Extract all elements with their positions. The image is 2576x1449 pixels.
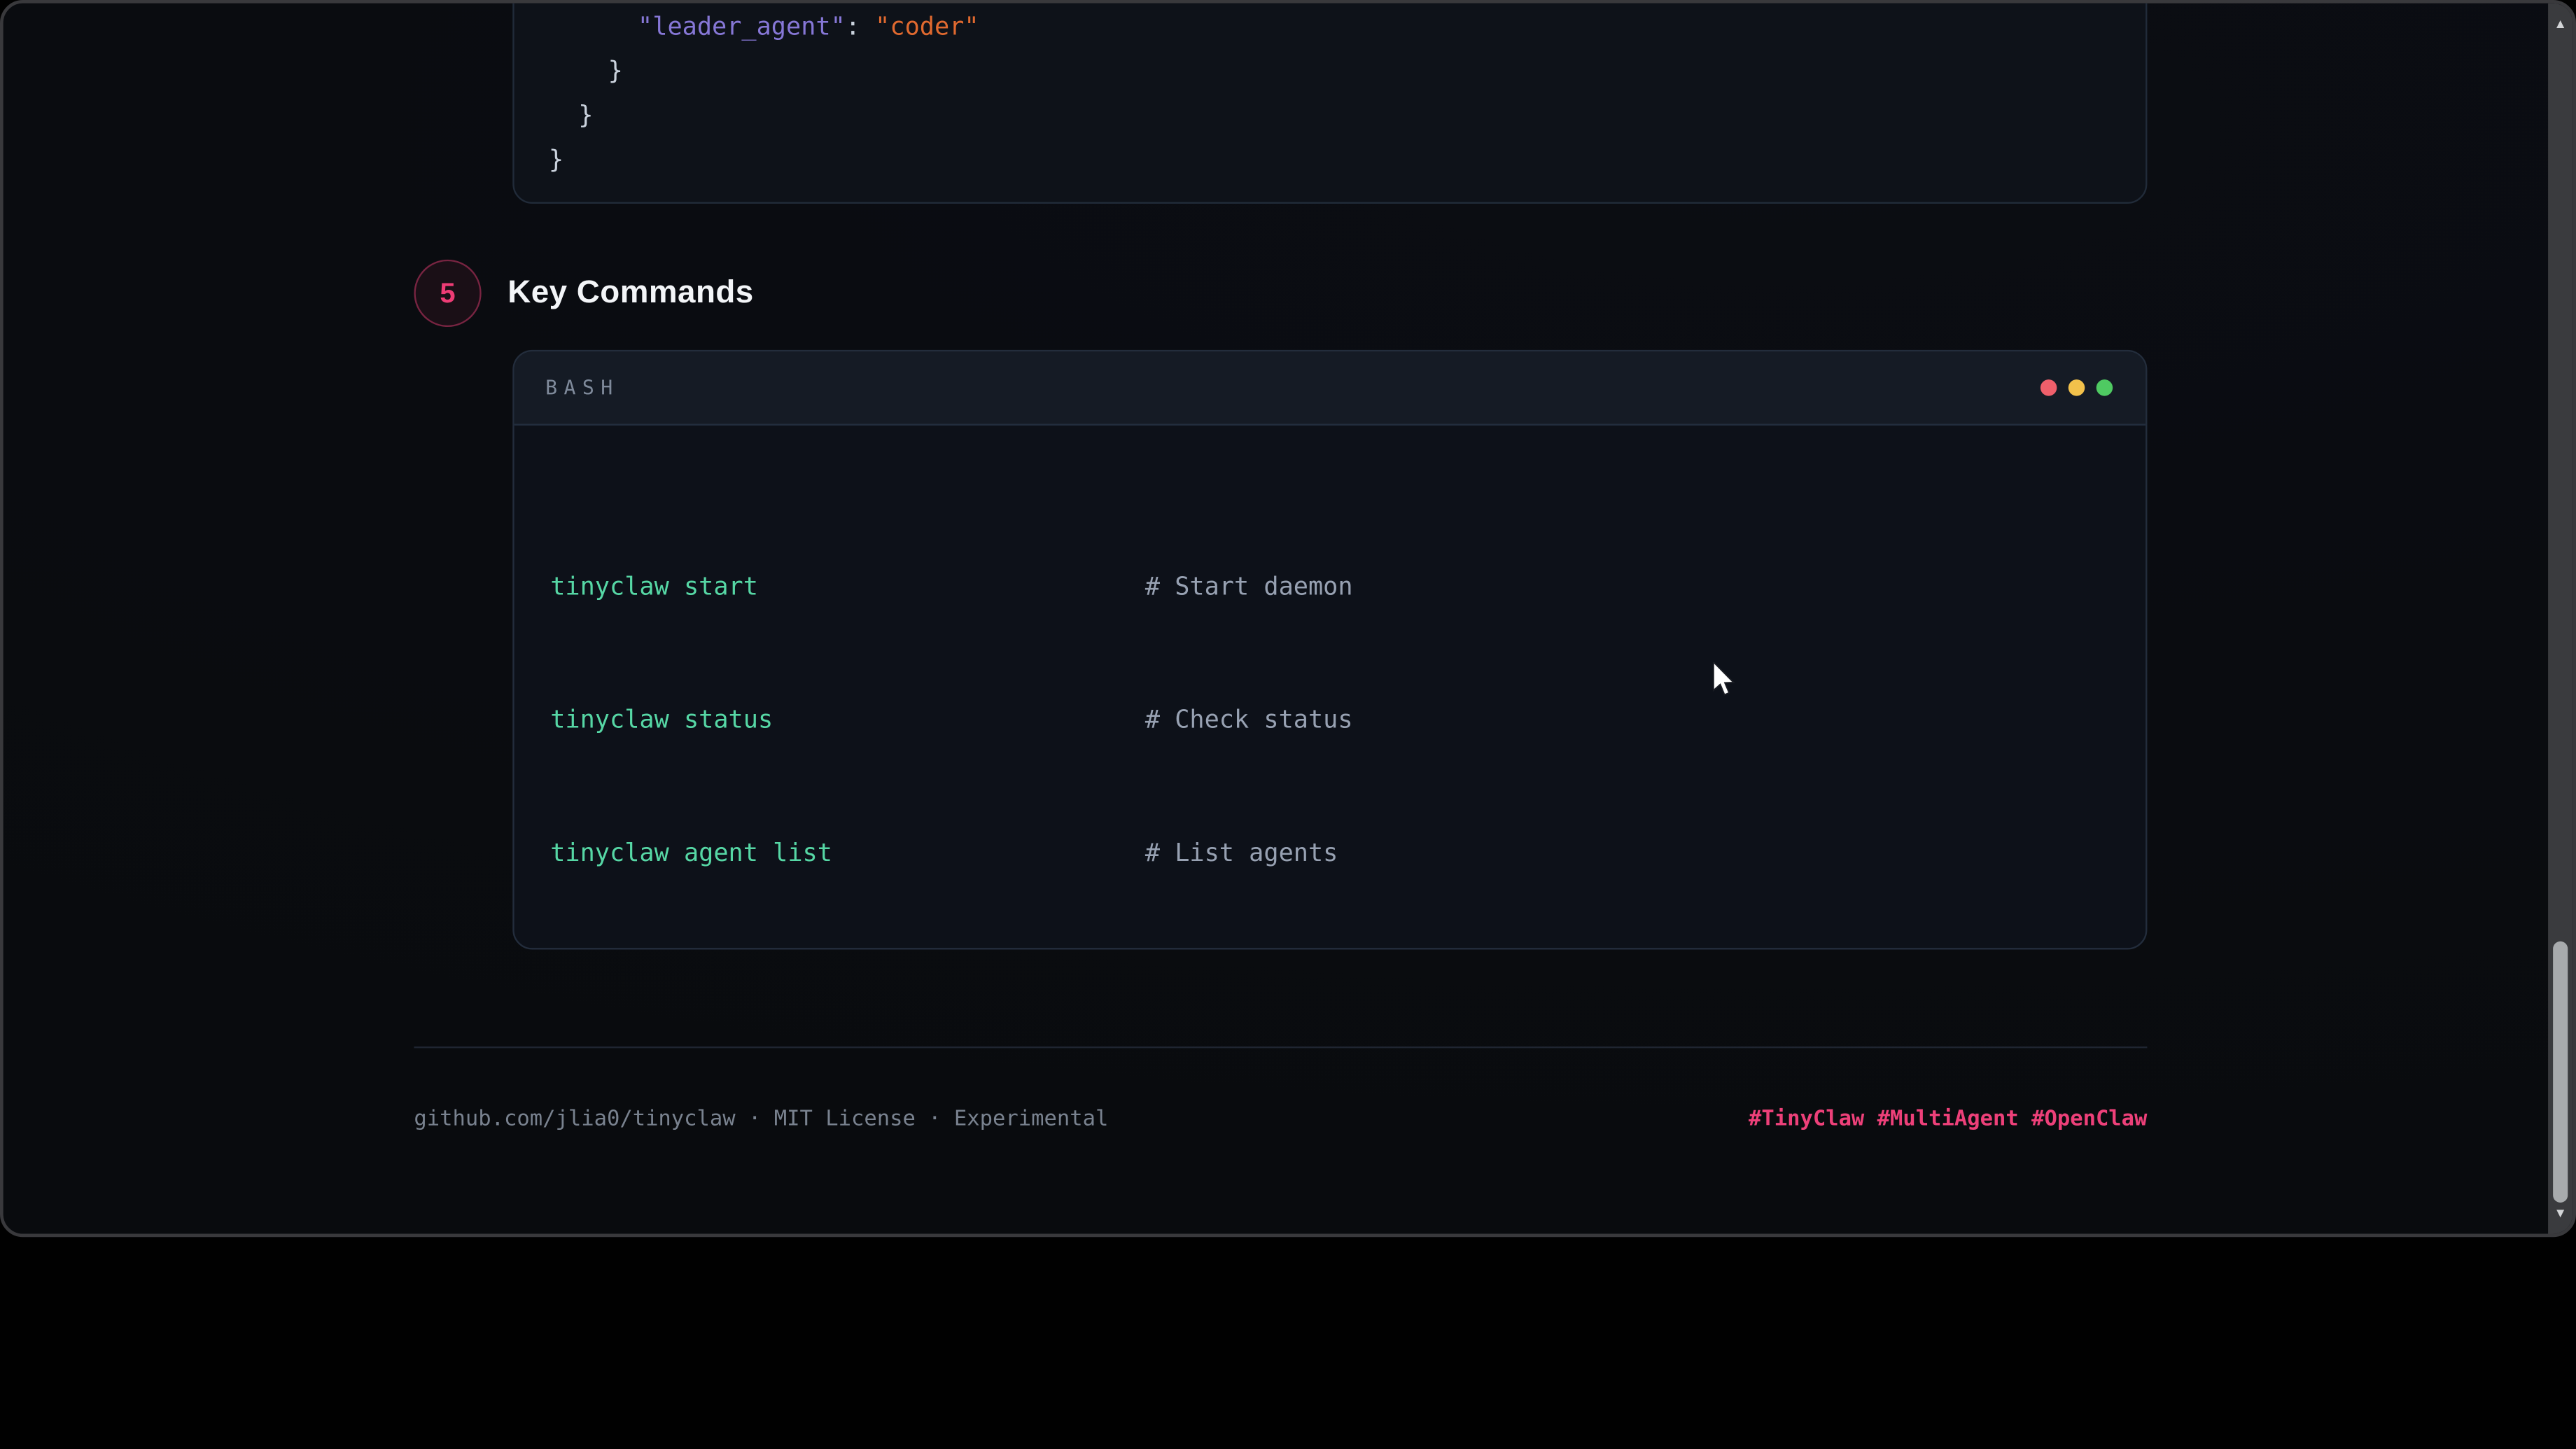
section-number-badge: 5 [414, 260, 481, 327]
comment-text: # Check status [1145, 698, 1353, 742]
comment-text: # Start daemon [1145, 565, 1353, 609]
json-closing-brace: } [549, 56, 623, 85]
app-window: "leader_agent": "coder" } } } 5 Key Comm… [0, 0, 2576, 1237]
json-key-leader-agent: "leader_agent" [638, 11, 846, 41]
bash-terminal-block: BASH tinyclaw start # Start daemon tinycl… [512, 350, 2147, 950]
code-line: tinyclaw start # Start daemon [550, 565, 2109, 609]
window-dots [2040, 379, 2113, 396]
terminal-header: BASH [514, 351, 2146, 426]
section-title: Key Commands [507, 274, 754, 312]
json-code-block: "leader_agent": "coder" } } } [512, 0, 2147, 204]
json-code: "leader_agent": "coder" } } } [549, 5, 979, 182]
json-closing-brace: } [549, 100, 594, 130]
code-line: tinyclaw agent list # List agents [550, 832, 2109, 876]
command-text: tinyclaw agent list [550, 838, 832, 867]
mouse-cursor-icon [1712, 662, 1737, 699]
json-value-coder: "coder" [875, 11, 979, 41]
scroll-down-icon[interactable]: ▼ [2548, 1208, 2572, 1221]
json-colon: : [846, 11, 875, 41]
page-content: "leader_agent": "coder" } } } 5 Key Comm… [4, 4, 2548, 1234]
scrollbar-thumb[interactable] [2553, 941, 2568, 1203]
comment-text: # List agents [1145, 832, 1338, 876]
window-dot-yellow-icon [2068, 379, 2085, 396]
json-whitespace [549, 11, 638, 41]
language-label: BASH [545, 376, 619, 399]
section-heading: 5 Key Commands [414, 260, 753, 327]
command-text: tinyclaw start [550, 572, 758, 601]
command-text: tinyclaw status [550, 705, 773, 734]
footer-hashtags: #TinyClaw #MultiAgent #OpenClaw [414, 1105, 2147, 1133]
terminal-body: tinyclaw start # Start daemon tinyclaw st… [514, 426, 2146, 950]
scrollbar-track[interactable]: ▲ ▼ [2548, 4, 2572, 1234]
window-dot-green-icon [2096, 379, 2113, 396]
scroll-up-icon[interactable]: ▲ [2548, 18, 2572, 31]
footer-divider [414, 1046, 2147, 1048]
screenshot-stage: "leader_agent": "coder" } } } 5 Key Comm… [0, 0, 2576, 1449]
window-dot-red-icon [2040, 379, 2057, 396]
code-line: tinyclaw status # Check status [550, 698, 2109, 742]
json-closing-brace: } [549, 145, 564, 174]
